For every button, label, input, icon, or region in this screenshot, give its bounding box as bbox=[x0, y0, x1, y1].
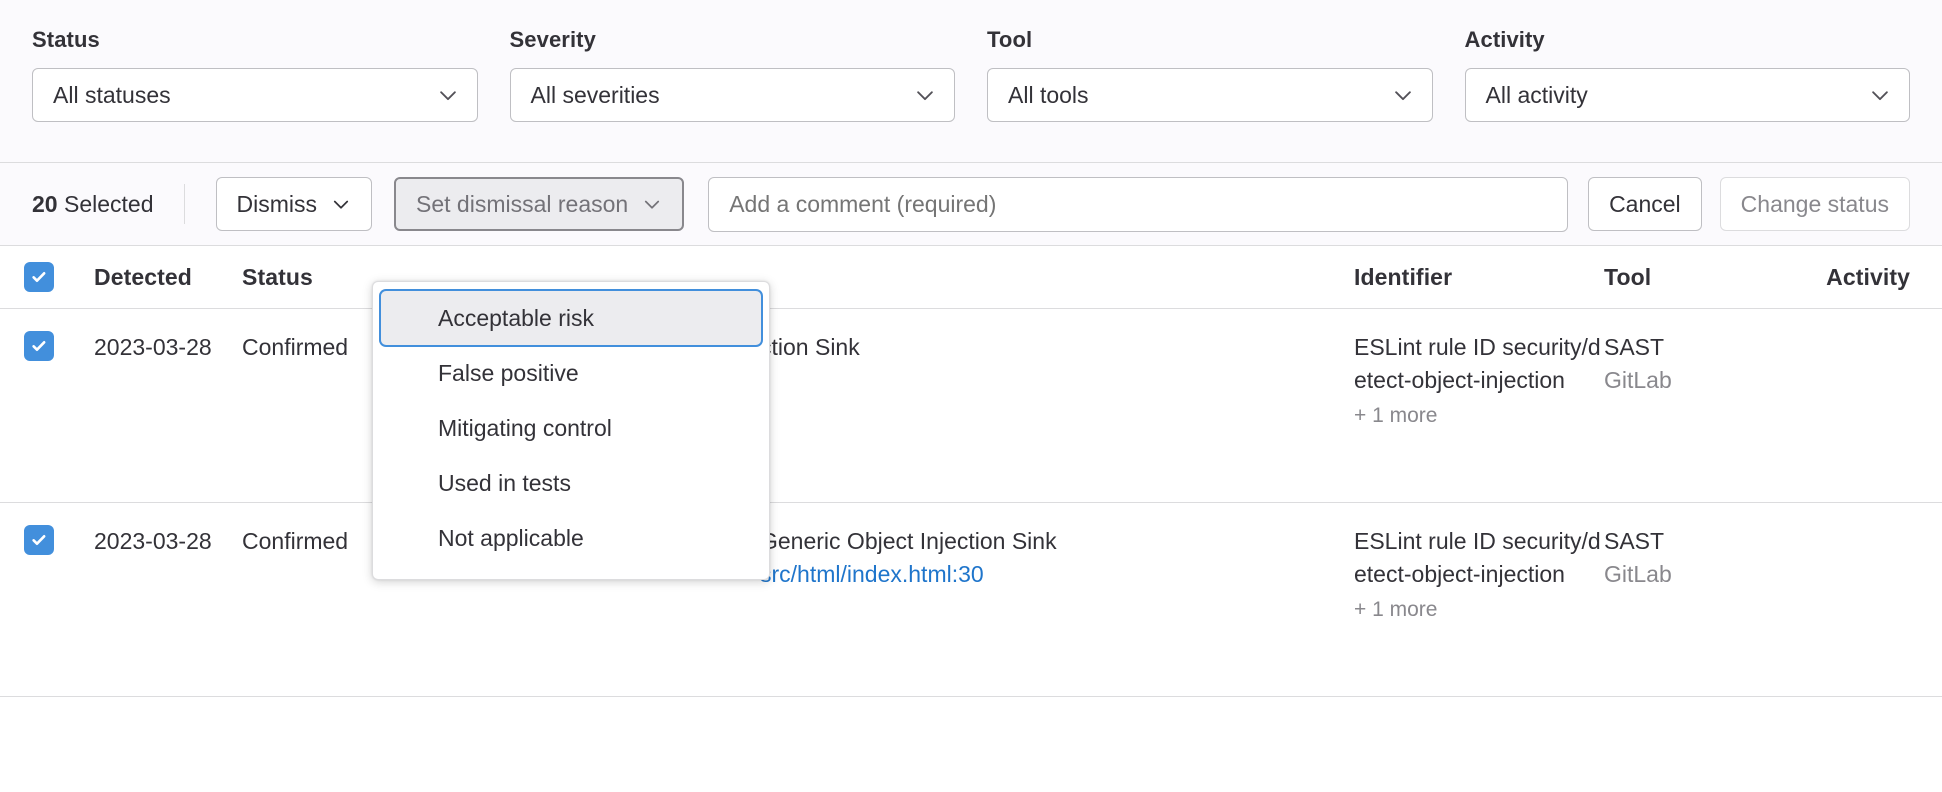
selected-count-number: 20 bbox=[32, 191, 58, 217]
filter-label-status: Status bbox=[32, 26, 478, 54]
table-row: 2023-03-28 Confirmed ction Sink ESLint r… bbox=[0, 309, 1942, 503]
cell-activity bbox=[1786, 525, 1910, 674]
toolbar-divider bbox=[184, 184, 185, 224]
vulnerability-table: Detected Status Identifier Tool Activity… bbox=[0, 246, 1942, 697]
tool-vendor: GitLab bbox=[1604, 558, 1786, 591]
row-checkbox[interactable] bbox=[24, 525, 54, 555]
change-status-button[interactable]: Change status bbox=[1720, 177, 1910, 231]
dropdown-item-false-positive[interactable]: False positive bbox=[381, 346, 761, 400]
identifier-text: ESLint rule ID security/detect-object-in… bbox=[1354, 525, 1604, 591]
filter-group-status: Status All statuses bbox=[32, 26, 478, 162]
filter-group-activity: Activity All activity bbox=[1465, 26, 1911, 162]
filter-group-severity: Severity All severities bbox=[510, 26, 956, 162]
dismiss-button-label: Dismiss bbox=[237, 191, 318, 218]
dropdown-item-mitigating-control[interactable]: Mitigating control bbox=[381, 401, 761, 455]
cell-detected: 2023-03-28 bbox=[94, 331, 242, 480]
filter-group-tool: Tool All tools bbox=[987, 26, 1433, 162]
dropdown-item-label: False positive bbox=[438, 360, 579, 387]
chevron-down-icon bbox=[914, 84, 936, 106]
dropdown-item-label: Not applicable bbox=[438, 525, 584, 552]
column-header-tool[interactable]: Tool bbox=[1604, 264, 1786, 291]
dropdown-item-label: Mitigating control bbox=[438, 415, 612, 442]
dropdown-item-acceptable-risk[interactable]: Acceptable risk bbox=[381, 291, 761, 345]
chevron-down-icon bbox=[1392, 84, 1414, 106]
cell-tool: SAST GitLab bbox=[1604, 525, 1786, 674]
dropdown-item-used-in-tests[interactable]: Used in tests bbox=[381, 456, 761, 510]
vulnerability-title[interactable]: ction Sink bbox=[760, 331, 1314, 364]
set-dismissal-reason-label: Set dismissal reason bbox=[416, 191, 628, 218]
cell-description: Generic Object Injection Sink src/html/i… bbox=[760, 525, 1354, 674]
selected-count-suffix: Selected bbox=[58, 191, 154, 217]
chevron-down-icon bbox=[1869, 84, 1891, 106]
cancel-button[interactable]: Cancel bbox=[1588, 177, 1702, 231]
chevron-down-icon bbox=[331, 194, 351, 214]
comment-input[interactable] bbox=[708, 177, 1568, 232]
cell-tool: SAST GitLab bbox=[1604, 331, 1786, 480]
column-header-identifier[interactable]: Identifier bbox=[1354, 264, 1604, 291]
column-header-activity[interactable]: Activity bbox=[1786, 264, 1910, 291]
filter-label-activity: Activity bbox=[1465, 26, 1911, 54]
vulnerability-report-page: Status All statuses Severity All severit… bbox=[0, 0, 1942, 792]
filter-label-tool: Tool bbox=[987, 26, 1433, 54]
tool-name: SAST bbox=[1604, 525, 1786, 558]
status-filter-select[interactable]: All statuses bbox=[32, 68, 478, 122]
set-dismissal-reason-dropdown-button[interactable]: Set dismissal reason bbox=[394, 177, 684, 231]
selected-count-label: 20 Selected bbox=[32, 191, 154, 218]
activity-filter-value: All activity bbox=[1486, 82, 1588, 109]
cell-identifier: ESLint rule ID security/detect-object-in… bbox=[1354, 331, 1604, 480]
select-all-cell bbox=[0, 262, 94, 292]
cell-identifier: ESLint rule ID security/detect-object-in… bbox=[1354, 525, 1604, 674]
cell-activity bbox=[1786, 331, 1910, 480]
cancel-button-label: Cancel bbox=[1609, 191, 1681, 218]
dismissal-reason-dropdown-menu: Acceptable risk False positive Mitigatin… bbox=[372, 281, 770, 580]
table-header-row: Detected Status Identifier Tool Activity bbox=[0, 246, 1942, 309]
status-filter-value: All statuses bbox=[53, 82, 171, 109]
chevron-down-icon bbox=[642, 194, 662, 214]
dropdown-item-label: Acceptable risk bbox=[438, 305, 594, 332]
table-row: 2023-03-28 Confirmed Critical Generic Ob… bbox=[0, 503, 1942, 697]
row-select-cell bbox=[0, 331, 94, 480]
change-status-button-label: Change status bbox=[1741, 191, 1889, 218]
identifier-more-label: + 1 more bbox=[1354, 594, 1604, 625]
severity-filter-select[interactable]: All severities bbox=[510, 68, 956, 122]
cell-description: ction Sink bbox=[760, 331, 1354, 480]
vulnerability-location-link[interactable]: src/html/index.html:30 bbox=[760, 558, 984, 591]
tool-filter-select[interactable]: All tools bbox=[987, 68, 1433, 122]
row-checkbox[interactable] bbox=[24, 331, 54, 361]
tool-filter-value: All tools bbox=[1008, 82, 1089, 109]
identifier-more-label: + 1 more bbox=[1354, 400, 1604, 431]
identifier-text: ESLint rule ID security/detect-object-in… bbox=[1354, 331, 1604, 397]
activity-filter-select[interactable]: All activity bbox=[1465, 68, 1911, 122]
chevron-down-icon bbox=[437, 84, 459, 106]
cell-detected: 2023-03-28 bbox=[94, 525, 242, 674]
dropdown-item-label: Used in tests bbox=[438, 470, 571, 497]
column-header-detected[interactable]: Detected bbox=[94, 264, 242, 291]
filter-label-severity: Severity bbox=[510, 26, 956, 54]
tool-vendor: GitLab bbox=[1604, 364, 1786, 397]
vulnerability-title[interactable]: Generic Object Injection Sink bbox=[760, 525, 1314, 558]
bulk-action-toolbar: 20 Selected Dismiss Set dismissal reason… bbox=[0, 163, 1942, 246]
dropdown-item-not-applicable[interactable]: Not applicable bbox=[381, 511, 761, 565]
dismiss-dropdown-button[interactable]: Dismiss bbox=[216, 177, 373, 231]
select-all-checkbox[interactable] bbox=[24, 262, 54, 292]
row-select-cell bbox=[0, 525, 94, 674]
severity-filter-value: All severities bbox=[531, 82, 660, 109]
tool-name: SAST bbox=[1604, 331, 1786, 364]
filter-bar: Status All statuses Severity All severit… bbox=[0, 0, 1942, 163]
